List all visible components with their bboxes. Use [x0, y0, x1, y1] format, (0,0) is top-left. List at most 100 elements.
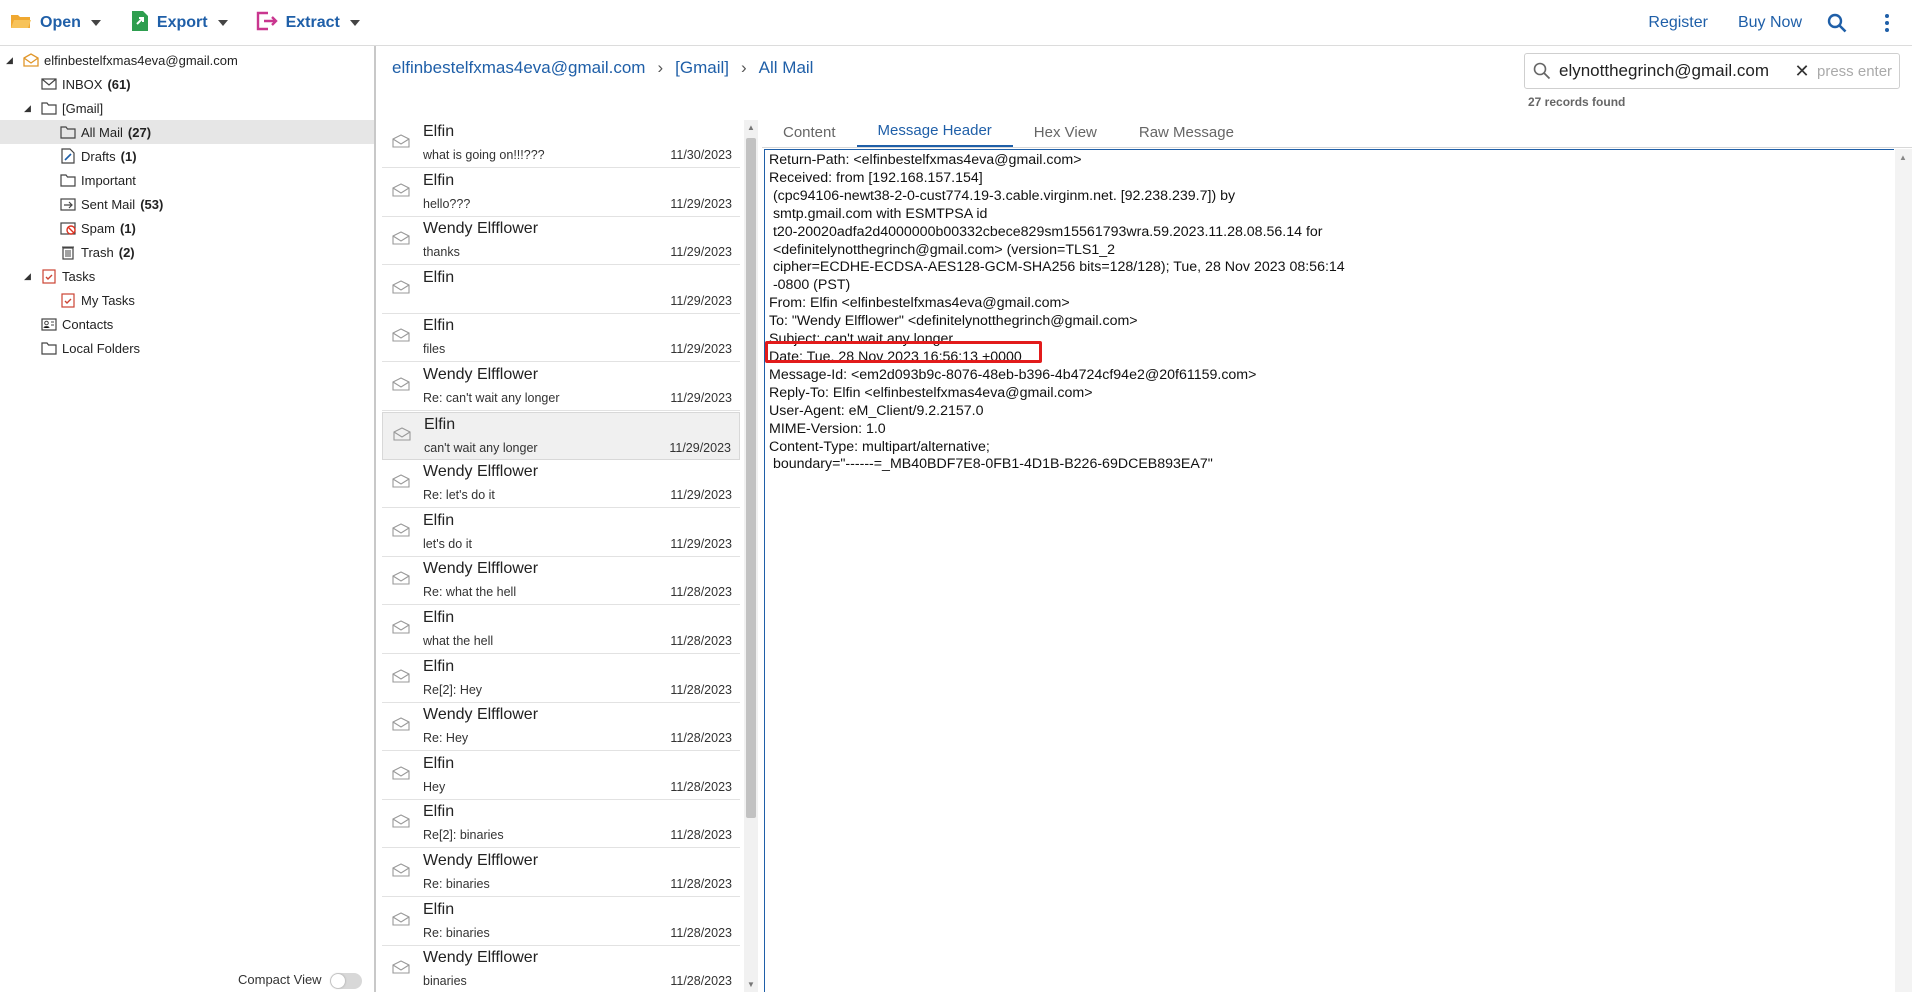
message-row[interactable]: Wendy Elfflower Re: what the hell 11/28/20…: [382, 557, 740, 606]
collapse-icon[interactable]: ◢: [24, 103, 34, 114]
message-row[interactable]: Wendy Elfflower Re: can't wait any longer…: [382, 363, 740, 411]
open-button[interactable]: Open: [2, 0, 109, 46]
message-sender: Wendy Elfflower: [423, 560, 539, 578]
message-sender: Elfin: [423, 268, 455, 286]
message-row[interactable]: Elfin files 11/29/2023: [382, 314, 740, 363]
message-row[interactable]: Elfin Re: binaries 11/28/2023: [382, 898, 740, 946]
search-input[interactable]: [1817, 62, 1897, 80]
message-row[interactable]: Elfin Re[2]: binaries 11/28/2023: [382, 800, 740, 849]
tab-content[interactable]: Content: [762, 124, 857, 147]
message-row[interactable]: Elfin what is going on!!!??? 11/30/2023: [382, 120, 740, 168]
folder-icon: [40, 100, 58, 116]
message-sender: Elfin: [423, 511, 455, 529]
tree-spam[interactable]: Spam (1): [0, 216, 374, 240]
buy-now-link[interactable]: Buy Now: [1738, 14, 1802, 32]
message-sender: Elfin: [423, 657, 455, 675]
register-link[interactable]: Register: [1648, 14, 1708, 32]
tasks-icon: [40, 268, 58, 284]
message-row[interactable]: Elfin 11/29/2023: [382, 266, 740, 314]
breadcrumb-account[interactable]: elfinbestelfxmas4eva@gmail.com: [392, 58, 645, 78]
spam-label: Spam: [81, 220, 115, 236]
search-box[interactable]: elynotthegrinch@gmail.com ✕: [1524, 53, 1900, 89]
envelope-open-icon: [392, 571, 410, 588]
scroll-down-icon[interactable]: ▼: [747, 980, 755, 989]
message-row[interactable]: Wendy Elfflower binaries 11/28/2023: [382, 946, 740, 992]
message-subject: files: [423, 342, 446, 357]
message-subject: what is going on!!!???: [423, 148, 545, 162]
message-row[interactable]: Wendy Elfflower thanks 11/29/2023: [382, 217, 740, 266]
tree-gmail[interactable]: ◢ [Gmail]: [0, 96, 374, 120]
message-date: 11/29/2023: [670, 293, 732, 308]
chevron-down-icon: [90, 19, 101, 26]
breadcrumb-folder[interactable]: All Mail: [759, 58, 814, 78]
message-row[interactable]: Elfin Re[2]: Hey 11/28/2023: [382, 655, 740, 703]
collapse-icon[interactable]: ◢: [24, 271, 34, 282]
account-label: elfinbestelfxmas4eva@gmail.com: [44, 52, 238, 68]
export-button[interactable]: Export: [123, 0, 236, 46]
header-scrollbar[interactable]: ▲: [1895, 149, 1912, 992]
trash-label: Trash: [81, 244, 114, 260]
envelope-open-icon: [393, 426, 411, 444]
chevron-down-icon: [217, 19, 228, 26]
envelope-open-icon: [392, 134, 410, 151]
message-row[interactable]: Elfin let's do it 11/29/2023: [382, 509, 740, 557]
tree-drafts[interactable]: Drafts (1): [0, 144, 374, 168]
tab-raw-message[interactable]: Raw Message: [1118, 124, 1255, 147]
important-label: Important: [81, 172, 136, 188]
message-subject: hello???: [423, 196, 471, 211]
message-row[interactable]: Elfin can't wait any longer 11/29/2023: [382, 411, 740, 460]
drafts-label: Drafts: [81, 148, 116, 164]
chevron-right-icon: ›: [741, 58, 747, 77]
message-sender: Wendy Elfflower: [423, 706, 539, 724]
message-date: 11/28/2023: [670, 877, 732, 891]
message-sender: Wendy Elfflower: [423, 366, 539, 383]
search-value[interactable]: elynotthegrinch@gmail.com: [1559, 61, 1787, 81]
message-subject: Re: let's do it: [423, 488, 495, 503]
search-icon[interactable]: [1822, 8, 1852, 38]
more-vertical-icon[interactable]: [1872, 8, 1902, 38]
scrollbar-thumb[interactable]: [746, 138, 756, 818]
message-row[interactable]: Elfin hello??? 11/29/2023: [382, 169, 740, 217]
message-row[interactable]: Wendy Elfflower Re: binaries 11/28/2023: [382, 849, 740, 897]
tree-all-mail[interactable]: All Mail (27): [0, 120, 374, 144]
message-list-scrollbar[interactable]: ▲ ▼: [744, 120, 758, 992]
message-row[interactable]: Elfin Hey 11/28/2023: [382, 752, 740, 800]
tab-message-header[interactable]: Message Header: [856, 122, 1013, 147]
gmail-label: [Gmail]: [62, 100, 104, 116]
contacts-icon: [40, 316, 58, 332]
scroll-up-icon[interactable]: ▲: [1899, 153, 1907, 162]
message-sender: Elfin: [423, 609, 455, 626]
message-date: 11/29/2023: [670, 196, 732, 211]
envelope-open-icon: [392, 182, 410, 200]
message-row[interactable]: Elfin what the hell 11/28/2023: [382, 606, 740, 654]
tree-sent-mail[interactable]: Sent Mail (53): [0, 192, 374, 216]
tree-trash[interactable]: Trash (2): [0, 240, 374, 264]
folder-tree: ◢ elfinbestelfxmas4eva@gmail.com INBOX (…: [0, 46, 376, 992]
message-date: 11/29/2023: [670, 488, 732, 503]
tree-important[interactable]: Important: [0, 168, 374, 192]
message-sender: Elfin: [423, 171, 455, 189]
message-sender: Elfin: [423, 803, 455, 821]
scroll-up-icon[interactable]: ▲: [747, 123, 755, 132]
toolbar: Open Export Extract Register Buy Now: [0, 0, 1912, 46]
message-row[interactable]: Wendy Elfflower Re: let's do it 11/29/2023: [382, 460, 740, 509]
tree-account[interactable]: ◢ elfinbestelfxmas4eva@gmail.com: [0, 48, 374, 72]
tree-local-folders[interactable]: Local Folders: [0, 336, 374, 360]
extract-button[interactable]: Extract: [248, 0, 368, 46]
tab-hex-view[interactable]: Hex View: [1013, 124, 1118, 147]
breadcrumb-gmail[interactable]: [Gmail]: [675, 58, 729, 78]
tree-contacts[interactable]: Contacts: [0, 312, 374, 336]
collapse-icon[interactable]: ◢: [6, 55, 16, 66]
compact-view-toggle[interactable]: [330, 973, 362, 989]
message-sender: Elfin: [423, 900, 455, 918]
open-label: Open: [40, 13, 81, 31]
tree-inbox[interactable]: INBOX (61): [0, 72, 374, 96]
message-subject: Re[2]: binaries: [423, 828, 504, 843]
message-row[interactable]: Wendy Elfflower Re: Hey 11/28/2023: [382, 703, 740, 752]
envelope-open-icon: [392, 523, 410, 540]
export-label: Export: [156, 13, 208, 31]
tree-my-tasks[interactable]: My Tasks: [0, 288, 374, 312]
tree-tasks[interactable]: ◢ Tasks: [0, 264, 374, 288]
close-icon[interactable]: ✕: [1787, 61, 1817, 82]
envelope-open-icon: [392, 766, 410, 783]
